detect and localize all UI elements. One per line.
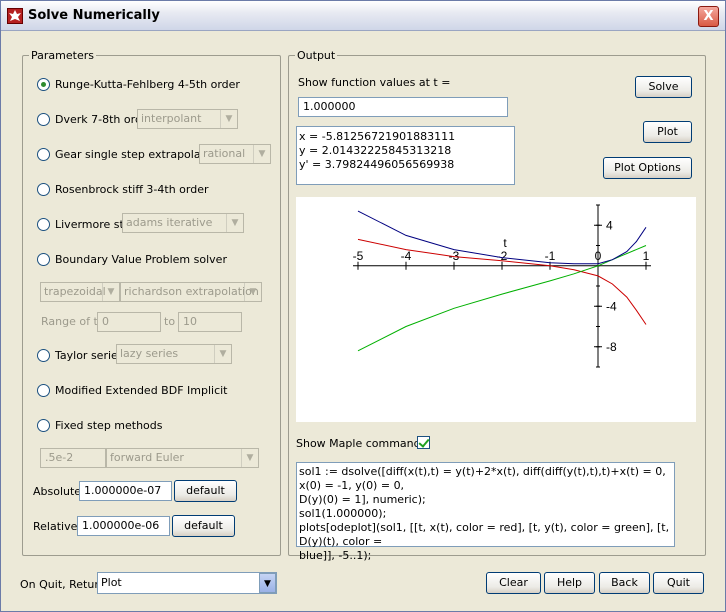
method-bvp[interactable]: Boundary Value Problem solver bbox=[37, 251, 227, 267]
method-gear[interactable]: Gear single step extrapolation bbox=[37, 146, 222, 162]
chevron-down-icon: ▼ bbox=[214, 345, 231, 363]
select-value: Plot bbox=[101, 576, 122, 589]
method-label: Modified Extended BDF Implicit bbox=[55, 383, 228, 397]
range-to-label: to bbox=[164, 315, 176, 328]
maple-leaf-icon bbox=[7, 8, 23, 24]
plot-button[interactable]: Plot bbox=[643, 121, 692, 143]
value-line-x: x = -5.81256721901883111 bbox=[299, 130, 456, 143]
radio-icon[interactable] bbox=[37, 182, 50, 196]
select-value: trapezoidal bbox=[44, 285, 106, 298]
function-values-box: x = -5.81256721901883111 y = 2.014322258… bbox=[296, 126, 515, 185]
maple-commands-box[interactable]: sol1 := dsolve([diff(x(t),t) = y(t)+2*x(… bbox=[296, 462, 675, 562]
select-value: lazy series bbox=[120, 347, 179, 360]
select-value: interpolant bbox=[141, 112, 202, 125]
maple-line: D(y)(0) = 1], numeric); bbox=[299, 493, 426, 506]
step-size-input: .5e-2 bbox=[40, 448, 106, 468]
show-values-label: Show function values at t = bbox=[298, 76, 451, 89]
x-tick-label: 1 bbox=[643, 249, 650, 263]
show-maple-checkbox[interactable] bbox=[417, 436, 430, 449]
solve-numerically-window: Solve Numerically X Parameters Runge-Kut… bbox=[0, 0, 726, 612]
chevron-down-icon: ▼ bbox=[102, 283, 119, 301]
value-line-y: y = 2.01432225845313218 bbox=[299, 144, 452, 157]
select-value: rational bbox=[203, 147, 246, 160]
quit-button[interactable]: Quit bbox=[653, 572, 704, 594]
clear-button[interactable]: Clear bbox=[486, 572, 541, 594]
method-label: Runge-Kutta-Fehlberg 4-5th order bbox=[55, 77, 240, 91]
taylor-option-select: lazy series ▼ bbox=[116, 344, 232, 364]
radio-icon[interactable] bbox=[37, 112, 50, 126]
radio-icon[interactable] bbox=[37, 418, 50, 432]
y-tick-label: -4 bbox=[606, 299, 617, 313]
output-legend: Output bbox=[297, 49, 336, 62]
on-quit-select[interactable]: Plot ▼ bbox=[97, 572, 277, 594]
absolute-tolerance-input[interactable]: 1.000000e-07 bbox=[79, 481, 172, 501]
bvp-extrapolation-select: richardson extrapolation ▼ bbox=[120, 282, 262, 302]
solve-button[interactable]: Solve bbox=[635, 76, 692, 98]
chevron-down-icon: ▼ bbox=[220, 110, 237, 128]
method-label: Gear single step extrapolation bbox=[55, 147, 222, 161]
on-quit-label: On Quit, Return bbox=[20, 578, 106, 591]
x-tick-label: -5 bbox=[353, 249, 364, 263]
maple-line: plots[odeplot](sol1, [[t, x(t), color = … bbox=[299, 521, 670, 548]
chevron-down-icon: ▼ bbox=[244, 283, 261, 301]
maple-line: blue]], -5..1); bbox=[299, 549, 372, 562]
method-label: Rosenbrock stiff 3-4th order bbox=[55, 182, 209, 196]
method-label: Fixed step methods bbox=[55, 418, 163, 432]
method-mebdfi[interactable]: Modified Extended BDF Implicit bbox=[37, 382, 228, 398]
select-value: richardson extrapolation bbox=[124, 285, 259, 298]
method-label: Boundary Value Problem solver bbox=[55, 252, 227, 266]
range-label: Range of t: bbox=[41, 315, 102, 328]
title-bar: Solve Numerically X bbox=[1, 1, 725, 31]
radio-icon[interactable] bbox=[37, 147, 50, 161]
solution-plot: -5 -4 -3 -2 -1 0 14-4-8t bbox=[296, 197, 696, 422]
range-to-input: 10 bbox=[178, 312, 242, 332]
plot-options-button[interactable]: Plot Options bbox=[603, 157, 692, 179]
maple-line: sol1(1.000000); bbox=[299, 507, 387, 520]
relative-default-button[interactable]: default bbox=[172, 515, 235, 537]
t-value-input[interactable]: 1.000000 bbox=[298, 97, 508, 117]
value-line-dy: y' = 3.79824496056569938 bbox=[299, 158, 455, 171]
bvp-method-select: trapezoidal ▼ bbox=[40, 282, 120, 302]
parameters-legend: Parameters bbox=[31, 49, 94, 62]
radio-icon[interactable] bbox=[37, 252, 50, 266]
x-tick-label: -4 bbox=[401, 249, 412, 263]
method-fixed-step[interactable]: Fixed step methods bbox=[37, 417, 163, 433]
chevron-down-icon: ▼ bbox=[253, 145, 270, 163]
back-button[interactable]: Back bbox=[599, 572, 650, 594]
x-tick-label: -1 bbox=[545, 249, 556, 263]
maple-line: sol1 := dsolve([diff(x(t),t) = y(t)+2*x(… bbox=[299, 465, 666, 492]
select-value: adams iterative bbox=[126, 216, 213, 229]
gear-option-select: rational ▼ bbox=[199, 144, 271, 164]
radio-icon[interactable] bbox=[37, 348, 50, 362]
relative-label: Relative: bbox=[33, 520, 82, 533]
close-icon: X bbox=[703, 9, 714, 24]
select-value: forward Euler bbox=[110, 451, 184, 464]
show-maple-label: Show Maple commands bbox=[296, 437, 427, 450]
method-dverk78[interactable]: Dverk 7-8th order bbox=[37, 111, 153, 127]
absolute-default-button[interactable]: default bbox=[174, 480, 237, 502]
x-tick-label: 0 bbox=[595, 249, 602, 263]
fixed-method-select: forward Euler ▼ bbox=[106, 448, 259, 468]
chevron-down-icon: ▼ bbox=[241, 449, 258, 467]
y-tick-label: -8 bbox=[606, 340, 617, 354]
chevron-down-icon: ▼ bbox=[226, 214, 243, 232]
dverk-option-select: interpolant ▼ bbox=[137, 109, 238, 129]
chevron-down-icon[interactable]: ▼ bbox=[259, 573, 276, 593]
method-rosenbrock[interactable]: Rosenbrock stiff 3-4th order bbox=[37, 181, 209, 197]
range-from-input: 0 bbox=[97, 312, 161, 332]
window-title: Solve Numerically bbox=[28, 8, 160, 23]
livermore-option-select: adams iterative ▼ bbox=[122, 213, 244, 233]
help-button[interactable]: Help bbox=[544, 572, 595, 594]
radio-selected-icon[interactable] bbox=[37, 77, 50, 91]
absolute-label: Absolute: bbox=[33, 485, 85, 498]
method-rkf45[interactable]: Runge-Kutta-Fehlberg 4-5th order bbox=[37, 76, 240, 92]
close-button[interactable]: X bbox=[698, 6, 719, 27]
radio-icon[interactable] bbox=[37, 383, 50, 397]
method-livermore[interactable]: Livermore stiff bbox=[37, 216, 134, 232]
y-tick-label: 4 bbox=[606, 218, 613, 232]
method-taylor[interactable]: Taylor series bbox=[37, 347, 124, 363]
relative-tolerance-input[interactable]: 1.000000e-06 bbox=[77, 516, 170, 536]
radio-icon[interactable] bbox=[37, 217, 50, 231]
method-label: Taylor series bbox=[55, 348, 124, 362]
